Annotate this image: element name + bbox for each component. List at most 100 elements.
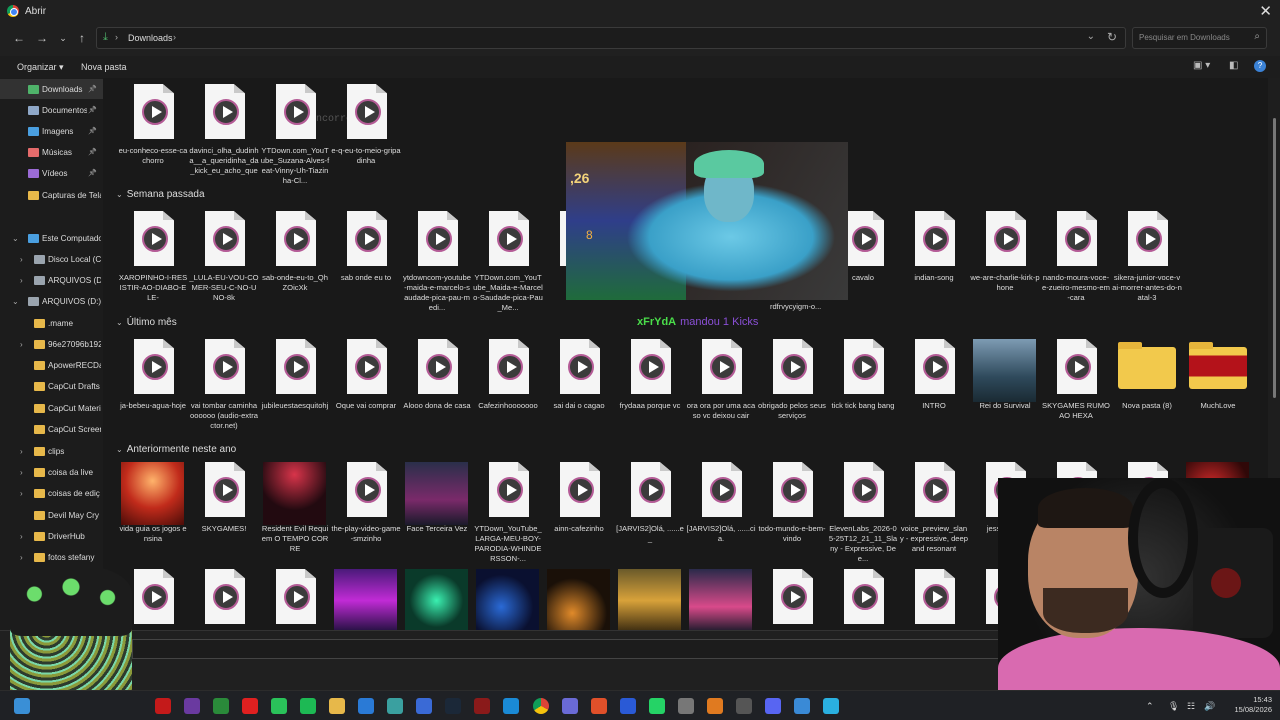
file-item[interactable] xyxy=(828,569,898,630)
whatsapp-icon[interactable] xyxy=(649,698,665,714)
sidebar-item[interactable]: ⌄ Este Computador xyxy=(0,228,103,248)
app-icon[interactable] xyxy=(184,698,200,714)
group-header[interactable]: ⌄ Anteriormente neste ano xyxy=(116,444,236,455)
steam-icon[interactable] xyxy=(445,698,461,714)
scrollbar-thumb[interactable] xyxy=(1273,118,1276,398)
chevron-right-icon[interactable]: › xyxy=(20,276,23,285)
file-item[interactable]: YTDown.com_YouTube_Suzana-Alves-feat-Vin… xyxy=(260,84,330,210)
file-item[interactable]: e-q-eu-to-meio-gripadinha xyxy=(331,84,401,210)
chevron-right-icon[interactable]: › xyxy=(20,468,23,477)
close-icon[interactable]: ✕ xyxy=(1259,2,1272,20)
file-item[interactable]: sikera-junior-voce-vai-morrer-antes-do-n… xyxy=(1112,211,1182,337)
file-item[interactable] xyxy=(615,569,685,630)
up-icon[interactable]: ↑ xyxy=(74,31,90,45)
app-icon[interactable] xyxy=(155,698,171,714)
file-item[interactable] xyxy=(402,569,472,630)
app-icon[interactable] xyxy=(271,698,287,714)
sidebar-item[interactable]: › Disco Local (C: xyxy=(0,249,103,269)
sidebar-item[interactable]: Capturas de Tela xyxy=(0,185,103,205)
file-item[interactable]: tick tick bang bang xyxy=(828,339,898,465)
file-item[interactable]: obrigado pelos seus serviços xyxy=(757,339,827,465)
sidebar-item[interactable]: CapCut Drafts xyxy=(0,376,103,396)
chevron-down-icon[interactable]: ⌄ xyxy=(116,445,123,454)
brave-icon[interactable] xyxy=(591,698,607,714)
preview-pane-icon[interactable]: ◧ xyxy=(1229,60,1238,71)
sidebar-item[interactable]: › coisa da live xyxy=(0,462,103,482)
sidebar-item[interactable]: › clips xyxy=(0,441,103,461)
sidebar-item[interactable]: › DriverHub xyxy=(0,526,103,546)
youtube-icon[interactable] xyxy=(242,698,258,714)
sidebar-item[interactable]: Documentos 📌 xyxy=(0,100,103,120)
sidebar-item[interactable]: › 96e27096b192c xyxy=(0,334,103,354)
group-header[interactable]: ⌄ Último mês xyxy=(116,317,177,328)
file-item[interactable] xyxy=(189,569,259,630)
file-item[interactable]: Nova pasta (8) xyxy=(1112,339,1182,465)
app-icon[interactable] xyxy=(736,698,752,714)
file-item[interactable]: ora ora por uma acaso vc deixou cair xyxy=(686,339,756,465)
chevron-right-icon[interactable]: › xyxy=(20,489,23,498)
breadcrumb-chevron-icon[interactable]: › xyxy=(115,32,118,42)
sidebar-item[interactable]: CapCut Screen xyxy=(0,419,103,439)
file-explorer-icon[interactable] xyxy=(329,698,345,714)
chevron-right-icon[interactable]: › xyxy=(20,532,23,541)
recent-locations-icon[interactable]: ⌄ xyxy=(55,33,71,44)
file-item[interactable] xyxy=(899,569,969,630)
file-item[interactable]: MuchLove xyxy=(1183,339,1253,465)
file-item[interactable]: sab onde eu to xyxy=(331,211,401,337)
back-icon[interactable]: ← xyxy=(11,31,27,45)
sidebar-item[interactable]: ApowerRECDa xyxy=(0,355,103,375)
breadcrumb-downloads[interactable]: Downloads xyxy=(128,33,173,43)
sidebar-item[interactable]: Imagens 📌 xyxy=(0,121,103,141)
file-item[interactable]: jubileuestaesquitohj xyxy=(260,339,330,465)
file-item[interactable]: SKYGAMES RUMO AO HEXA xyxy=(1041,339,1111,465)
store-icon[interactable] xyxy=(416,698,432,714)
file-item[interactable]: ytdowncom-youtube-maida-e-marcelo-saudad… xyxy=(402,211,472,337)
chevron-right-icon[interactable]: › xyxy=(20,340,23,349)
sidebar-item[interactable]: ⌄ ARQUIVOS (D:) xyxy=(0,291,103,311)
file-item[interactable]: indian-song xyxy=(899,211,969,337)
app-icon[interactable] xyxy=(678,698,694,714)
chrome-icon[interactable] xyxy=(533,698,549,714)
app-icon[interactable] xyxy=(474,698,490,714)
chevron-down-icon[interactable]: ⌄ xyxy=(12,234,19,243)
app-icon[interactable] xyxy=(620,698,636,714)
sidebar-item[interactable]: › ARQUIVOS (D:) xyxy=(0,270,103,290)
spotify-icon[interactable] xyxy=(300,698,316,714)
app-icon[interactable] xyxy=(794,698,810,714)
edge-icon[interactable] xyxy=(503,698,519,714)
discord-icon[interactable] xyxy=(765,698,781,714)
firefox-icon[interactable] xyxy=(707,698,723,714)
microphone-icon[interactable]: 🎙 xyxy=(1168,701,1179,712)
organize-button[interactable]: Organizar ▾ xyxy=(17,62,64,73)
breadcrumb-chevron-icon[interactable]: › xyxy=(173,32,176,42)
sidebar-item[interactable]: › fotos stefany xyxy=(0,547,103,567)
view-options-icon[interactable]: ▣ ▾ xyxy=(1193,60,1210,71)
file-item[interactable] xyxy=(331,569,401,630)
sidebar-item[interactable]: Vídeos 📌 xyxy=(0,163,103,183)
file-item[interactable]: Alooo dona de casa xyxy=(402,339,472,465)
chevron-down-icon[interactable]: ⌄ xyxy=(1087,31,1095,42)
file-item[interactable] xyxy=(473,569,543,630)
refresh-icon[interactable]: ↻ xyxy=(1107,30,1117,44)
system-clock[interactable]: 15:43 15/08/2026 xyxy=(1234,695,1272,715)
file-item[interactable]: Cafezinhooooooo xyxy=(473,339,543,465)
start-icon[interactable] xyxy=(14,698,30,714)
app-icon[interactable] xyxy=(823,698,839,714)
app-icon[interactable] xyxy=(562,698,578,714)
sidebar-item[interactable]: Downloads 📌 xyxy=(0,79,103,99)
chevron-right-icon[interactable]: › xyxy=(20,255,23,264)
file-item[interactable]: nando-moura-voce-e-zueiro-mesmo-em-cara xyxy=(1041,211,1111,337)
file-item[interactable] xyxy=(757,569,827,630)
chevron-down-icon[interactable]: ⌄ xyxy=(116,318,123,327)
chevron-right-icon[interactable]: › xyxy=(20,447,23,456)
file-item[interactable] xyxy=(544,569,614,630)
file-item[interactable] xyxy=(686,569,756,630)
file-item[interactable]: we-are-charlie-kirk-phone xyxy=(970,211,1040,337)
file-item[interactable]: Rei do Survival xyxy=(970,339,1040,465)
file-item[interactable]: sai dai o cagao xyxy=(544,339,614,465)
app-icon[interactable] xyxy=(213,698,229,714)
help-icon[interactable]: ? xyxy=(1254,60,1266,72)
file-item[interactable]: YTDown.com_YouTube_Maida-e-Marcelo-Sauda… xyxy=(473,211,543,337)
file-item[interactable]: sab-onde-eu-to_QhZOicXk xyxy=(260,211,330,337)
forward-icon[interactable]: → xyxy=(34,31,50,45)
